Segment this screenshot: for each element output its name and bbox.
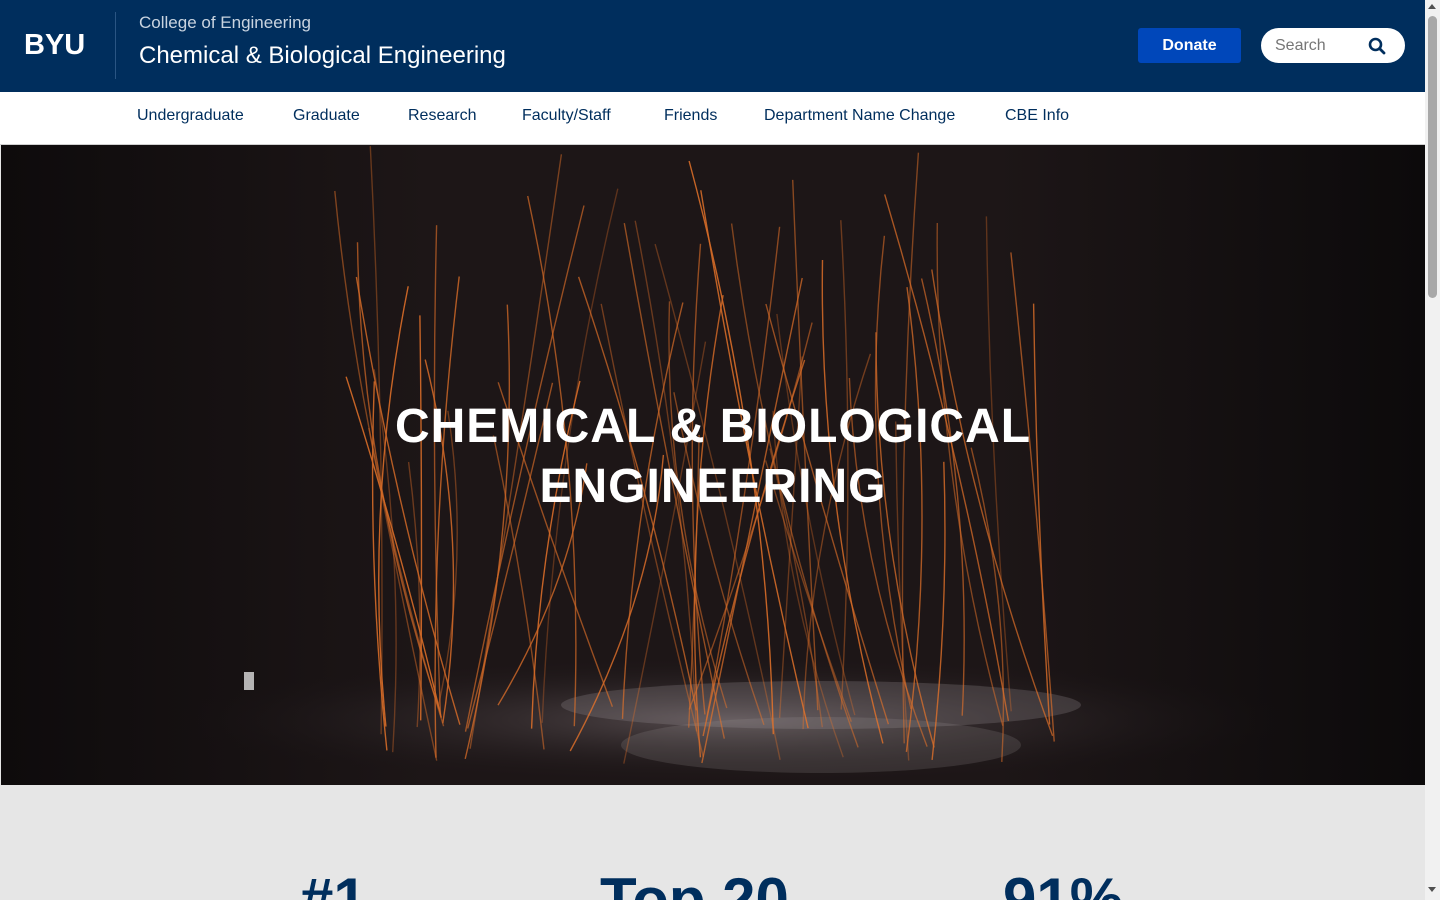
site-header: BYU College of Engineering Chemical & Bi… [0,0,1425,92]
logo-divider [115,12,116,79]
nav-item-friends[interactable]: Friends [664,106,717,126]
scroll-up-arrow-icon[interactable] [1428,4,1436,9]
nav-item-research[interactable]: Research [408,106,476,126]
stat-value-3: 91% [1003,866,1124,900]
stat-value-2: Top 20 [600,866,789,900]
byu-logo[interactable]: BYU [24,28,85,62]
search-box [1261,28,1405,63]
scrollbar-thumb[interactable] [1428,16,1437,298]
search-input[interactable] [1275,34,1365,57]
search-icon[interactable] [1368,37,1386,55]
college-link[interactable]: College of Engineering [139,13,311,33]
main-nav: Undergraduate Graduate Research Faculty/… [0,92,1425,145]
nav-item-cbe-info[interactable]: CBE Info [1005,106,1069,126]
nav-item-department-name-change[interactable]: Department Name Change [764,106,955,126]
scroll-down-arrow-icon[interactable] [1428,887,1436,892]
nav-item-graduate[interactable]: Graduate [293,106,360,126]
site-title[interactable]: Chemical & Biological Engineering [139,42,506,70]
donate-button[interactable]: Donate [1138,28,1241,63]
nav-item-undergraduate[interactable]: Undergraduate [137,106,244,126]
stat-value-1: #1 [300,866,367,900]
stats-section: #1 Top 20 91% [0,785,1425,900]
hero-title: CHEMICAL & BIOLOGICAL ENGINEERING [313,397,1113,517]
hero-title-line-1: CHEMICAL & BIOLOGICAL [394,400,1032,453]
page-scrollbar[interactable] [1425,0,1440,900]
nav-item-faculty-staff[interactable]: Faculty/Staff [522,106,611,126]
hero-title-line-2: ENGINEERING [539,460,887,513]
hero-banner: CHEMICAL & BIOLOGICAL ENGINEERING [1,145,1425,785]
